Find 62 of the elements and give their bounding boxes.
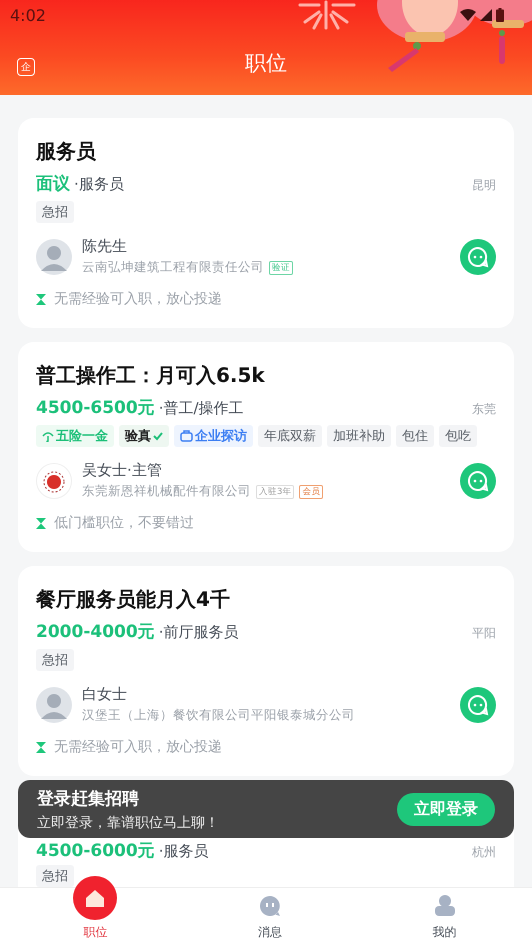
chat-button[interactable]	[460, 238, 496, 274]
tab-item[interactable]: 我的	[430, 888, 459, 946]
hourglass-icon	[36, 294, 46, 304]
battery-icon	[496, 8, 504, 22]
company-name: 汉堡王（上海）餐饮有限公司平阳银泰城分公司	[82, 707, 355, 724]
job-tag: 急招	[36, 865, 74, 887]
job-tag: 企业探访	[174, 425, 253, 447]
job-title: 餐厅服务员能月入4千	[36, 586, 231, 612]
signal-icon	[480, 9, 492, 21]
status-time: 4:02	[10, 6, 46, 24]
job-tag: 包吃	[439, 425, 477, 447]
city: 杭州	[472, 844, 496, 861]
job-tag: 五险一金	[36, 425, 114, 447]
job-category: ·前厅服务员	[158, 623, 238, 642]
salary: 4500-6000元	[36, 840, 155, 862]
check-icon	[153, 431, 163, 441]
job-tag: 包住	[396, 425, 434, 447]
home-icon	[73, 876, 118, 920]
city: 平阳	[472, 625, 496, 642]
salary: 面议	[36, 173, 70, 195]
salary: 4500-6500元	[36, 397, 155, 419]
salary: 2000-4000元	[36, 621, 155, 643]
company-badge: 入驻3年	[256, 484, 294, 498]
job-tag: 急招	[36, 201, 74, 223]
job-category: ·服务员	[74, 175, 124, 194]
job-tag: 急招	[36, 649, 74, 671]
job-tag: 验真	[119, 425, 169, 447]
job-tag: 加班补助	[327, 425, 391, 447]
recruiter-name: 白女士	[82, 685, 128, 704]
chat-button[interactable]	[460, 462, 496, 498]
city: 昆明	[472, 177, 496, 194]
company-badge: 验证	[269, 260, 293, 274]
job-title: 服务员	[36, 138, 97, 164]
job-title: 普工操作工：月可入6.5k	[36, 362, 266, 388]
briefcase-icon	[180, 430, 193, 442]
job-note: 低门槛职位，不要错过	[54, 514, 194, 532]
avatar-icon	[36, 686, 72, 722]
job-category: ·服务员	[158, 842, 208, 861]
toast-subtitle: 立即登录，靠谱职位马上聊！	[37, 814, 219, 832]
wifi-icon	[460, 9, 476, 21]
job-category: ·普工/操作工	[158, 399, 244, 418]
company-badge: 会员	[299, 484, 324, 498]
company-logo-icon	[36, 462, 72, 498]
umbrella-icon	[42, 430, 54, 442]
hourglass-icon	[36, 742, 46, 752]
page-title: 职位	[245, 50, 287, 76]
job-note: 无需经验可入职，放心投递	[54, 738, 222, 756]
company-name: 云南弘坤建筑工程有限责任公司	[82, 259, 264, 276]
avatar-icon	[36, 238, 72, 274]
tab-item[interactable]: 消息	[256, 888, 284, 946]
toast-title: 登录赶集招聘	[37, 788, 140, 810]
chat-button[interactable]	[460, 686, 496, 722]
city: 东莞	[472, 401, 496, 418]
tab-item[interactable]: 职位	[73, 868, 118, 946]
job-note: 无需经验可入职，放心投递	[54, 290, 222, 308]
job-tag: 年底双薪	[258, 425, 322, 447]
firework-drawing	[298, 0, 356, 30]
recruiter-name: 陈先生	[82, 237, 128, 256]
hourglass-icon	[36, 518, 46, 528]
enterprise-button[interactable]: 企	[17, 58, 35, 76]
recruiter-name: 吴女士·主管	[82, 461, 163, 480]
company-name: 东莞新恩祥机械配件有限公司	[82, 483, 251, 500]
